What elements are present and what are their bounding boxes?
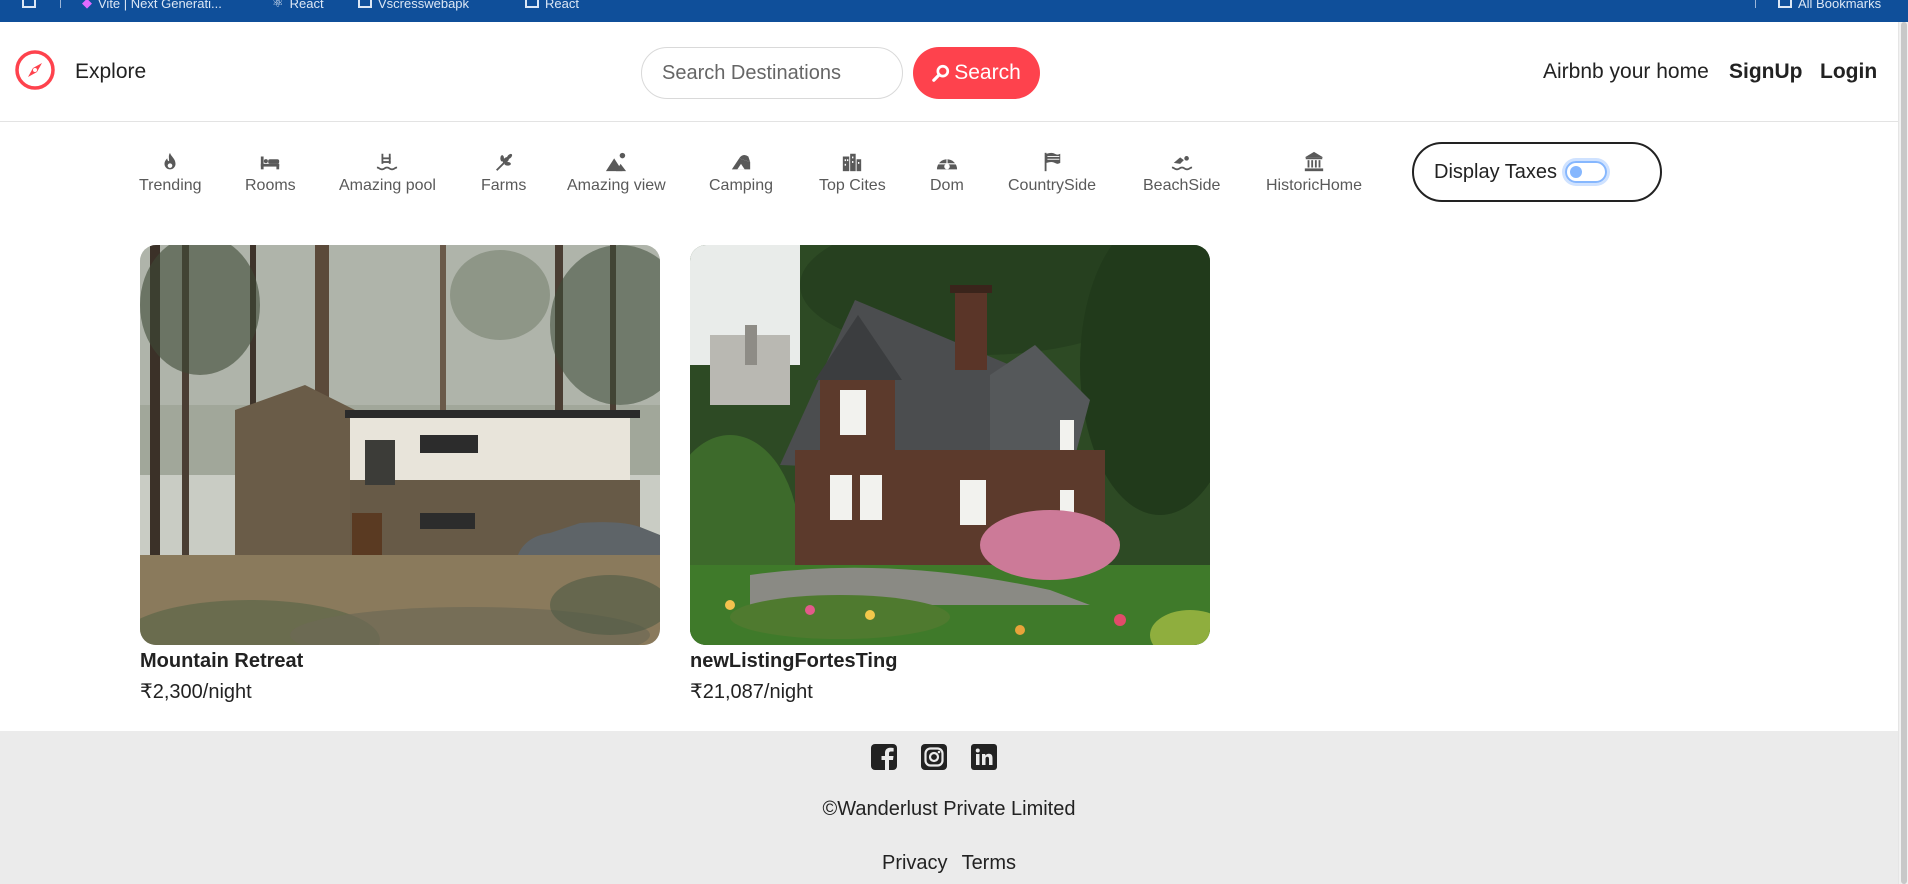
search-button[interactable]: Search — [913, 47, 1040, 99]
campground-icon — [731, 155, 751, 170]
filter-amazing-view[interactable]: Amazing view — [567, 151, 666, 195]
igloo-icon — [936, 159, 957, 170]
instagram-icon[interactable] — [920, 743, 948, 771]
bookmark-label: React — [289, 0, 324, 11]
bookmark-react-2[interactable]: React — [525, 0, 579, 11]
filter-label: Trending — [139, 177, 202, 194]
listing-card[interactable]: Mountain Retreat ₹2,300/night — [140, 245, 660, 704]
swimmer-icon — [1171, 156, 1192, 171]
listing-card[interactable]: newListingFortesTing ₹21,087/night — [690, 245, 1210, 704]
search-button-label: Search — [954, 61, 1021, 84]
filter-camping[interactable]: Camping — [709, 151, 773, 195]
terms-link[interactable]: Terms — [962, 852, 1016, 875]
bookmark-vscress[interactable]: Vscresswebapk — [358, 0, 470, 11]
mountain-retreat-photo — [140, 245, 660, 645]
flag-icon — [1044, 152, 1061, 172]
filter-label: Farms — [481, 177, 527, 194]
filter-rooms[interactable]: Rooms — [245, 151, 296, 195]
filter-label: Dom — [930, 177, 964, 194]
compass-logo-icon[interactable] — [14, 49, 56, 91]
filter-trending[interactable]: Trending — [139, 151, 202, 195]
filter-dom[interactable]: Dom — [930, 151, 964, 195]
bookmark-label: Vscresswebapk — [378, 0, 470, 11]
taxes-switch[interactable] — [1565, 161, 1608, 183]
filter-label: Top Cites — [819, 177, 886, 194]
landmark-icon — [1304, 151, 1324, 172]
display-taxes-label: Display Taxes — [1434, 160, 1558, 183]
filter-farms[interactable]: Farms — [481, 151, 526, 195]
filter-label: BeachSide — [1143, 177, 1221, 194]
listing-title: newListingFortesTing — [690, 650, 898, 672]
vertical-scrollbar[interactable] — [1898, 22, 1908, 884]
bed-icon — [261, 156, 280, 170]
all-bookmarks[interactable]: All Bookmarks — [1778, 0, 1882, 11]
listing-image[interactable] — [690, 245, 1210, 645]
pool-icon — [377, 153, 398, 171]
linkedin-icon[interactable] — [970, 743, 998, 771]
airbnb-your-home-link[interactable]: Airbnb your home — [1543, 60, 1709, 84]
navbar: Explore Search Airbnb your home SignUp L… — [0, 22, 1898, 122]
filter-label: Amazing pool — [339, 177, 436, 194]
bookmark-react-1[interactable]: ⚛ React — [272, 0, 324, 11]
signup-link[interactable]: SignUp — [1729, 60, 1803, 84]
login-link[interactable]: Login — [1820, 60, 1877, 84]
footer-links: Privacy Terms — [0, 852, 1898, 875]
bookmark-label: All Bookmarks — [1798, 0, 1882, 11]
bookmark-label: Vite | Next Generati... — [98, 0, 222, 11]
social-links — [870, 743, 998, 771]
filter-label: HistoricHome — [1266, 177, 1363, 194]
footer: ©Wanderlust Private Limited Privacy Term… — [0, 731, 1898, 884]
apps-icon[interactable] — [22, 0, 36, 10]
filter-label: Amazing view — [567, 177, 666, 194]
filter-beachside[interactable]: BeachSide — [1143, 151, 1220, 195]
bookmark-label: React — [545, 0, 579, 11]
display-taxes-toggle[interactable]: Display Taxes — [1412, 142, 1662, 202]
explore-link[interactable]: Explore — [75, 60, 146, 84]
listing-price: ₹2,300/night — [140, 681, 252, 703]
fire-icon — [164, 152, 176, 170]
privacy-link[interactable]: Privacy — [882, 852, 948, 875]
facebook-icon[interactable] — [870, 743, 898, 771]
mountain-sun-icon — [606, 152, 627, 172]
filter-label: Camping — [709, 177, 774, 194]
filter-countryside[interactable]: CountrySide — [1008, 151, 1096, 195]
listing-title: Mountain Retreat — [140, 650, 304, 672]
listing-image[interactable] — [140, 245, 660, 645]
filter-label: Rooms — [245, 177, 296, 194]
filter-historichome[interactable]: HistoricHome — [1266, 151, 1362, 195]
bookmark-vite[interactable]: ◆ Vite | Next Generati... — [82, 0, 222, 11]
filter-amazing-pool[interactable]: Amazing pool — [339, 151, 436, 195]
brick-cottage-photo — [690, 245, 1210, 645]
browser-bookmarks-bar: ◆ Vite | Next Generati... ⚛ React Vscressw… — [0, 0, 1908, 22]
scrollbar-thumb[interactable] — [1901, 22, 1907, 884]
city-icon — [843, 153, 862, 172]
wheat-icon — [495, 153, 512, 171]
filter-top-cities[interactable]: Top Cites — [819, 151, 886, 195]
search-icon — [932, 64, 950, 82]
listing-price: ₹21,087/night — [690, 681, 813, 703]
copyright-text: ©Wanderlust Private Limited — [822, 798, 1076, 820]
filter-label: CountrySide — [1008, 177, 1097, 194]
search-input[interactable] — [641, 47, 903, 99]
